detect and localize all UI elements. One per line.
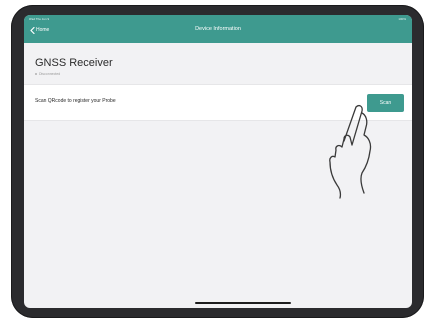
navigation-bar: iPad Thu Jun 9 100% Home Device Informat… bbox=[24, 15, 412, 43]
device-status: Disconnected bbox=[35, 72, 60, 76]
device-status-text: Disconnected bbox=[39, 72, 61, 76]
app-screen: iPad Thu Jun 9 100% Home Device Informat… bbox=[24, 15, 412, 308]
home-indicator bbox=[195, 302, 291, 304]
status-bar: iPad Thu Jun 9 100% bbox=[24, 15, 412, 23]
register-probe-label: Scan QRcode to register your Probe bbox=[35, 98, 116, 104]
battery-text: 100% bbox=[398, 17, 406, 21]
status-dot-icon bbox=[35, 73, 37, 75]
status-left-text: iPad Thu Jun 9 bbox=[29, 17, 50, 21]
nav-title: Device Information bbox=[195, 26, 241, 32]
device-title: GNSS Receiver bbox=[35, 57, 113, 69]
pointing-hand-icon bbox=[329, 104, 372, 199]
